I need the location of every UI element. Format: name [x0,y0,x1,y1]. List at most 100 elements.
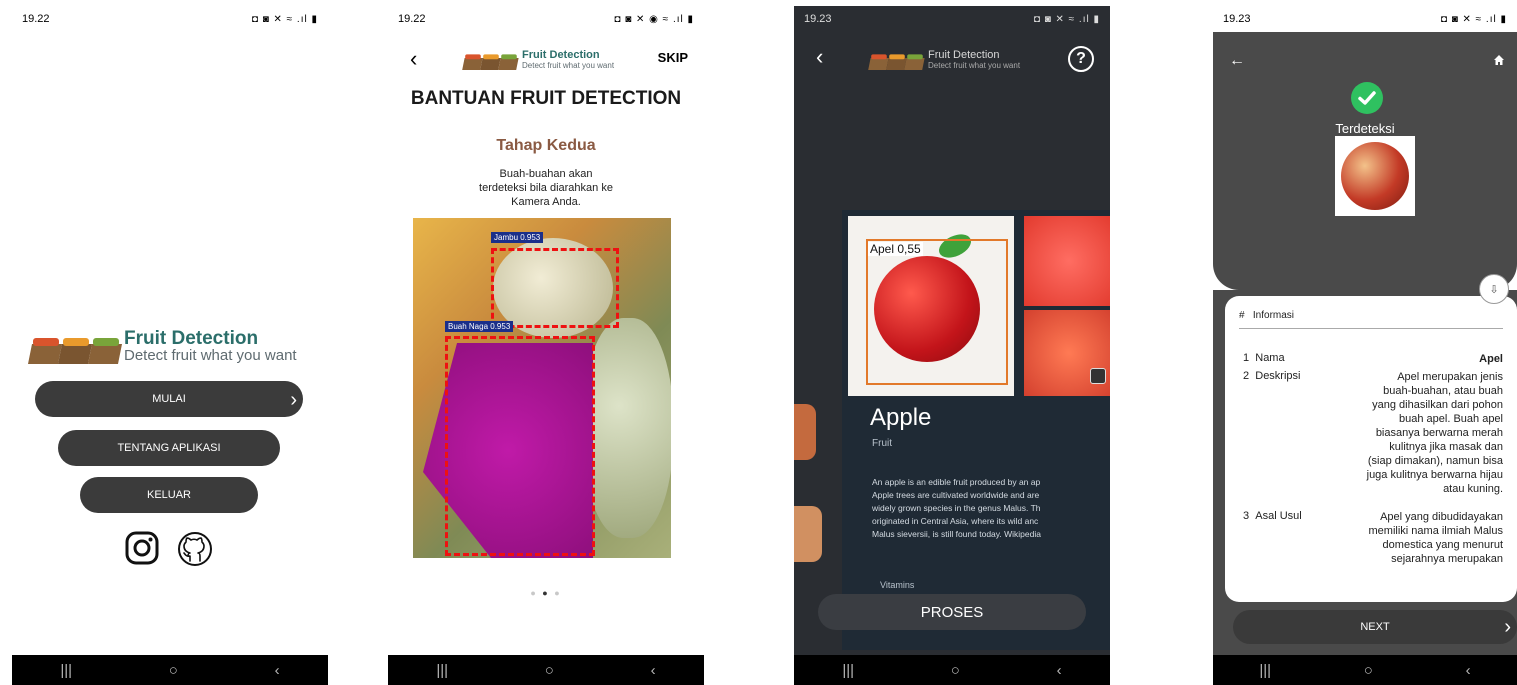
status-time: 19.22 [22,13,50,25]
side-thumbnail [794,404,816,460]
row-value: Apel [1479,353,1503,365]
desc-line: widely grown species in the genus Malus.… [872,503,1041,513]
bounding-box [866,239,1008,385]
logo-subtitle: Detect fruit what you want [522,61,615,70]
row-value: Apel merupakan jenis buah-buahan, atau b… [1366,371,1503,495]
fruit-crates-icon [868,54,925,70]
fruit-name: Apple [870,404,932,431]
detected-image [1335,136,1415,216]
row-key: 1 Nama [1243,352,1285,364]
logo-subtitle: Detect fruit what you want [928,61,1021,70]
exit-button[interactable]: KELUAR [80,477,258,513]
header-bar: ‹ Fruit Detection Detect fruit what you … [388,44,704,74]
guava-fruit [583,318,671,538]
back-arrow-icon[interactable]: ← [1229,52,1245,70]
apple-fruit [1341,142,1409,210]
page-title: BANTUAN FRUIT DETECTION [410,88,682,109]
desc-line: An apple is an edible fruit produced by … [872,477,1041,487]
info-table-header: # Informasi [1239,310,1503,329]
bounding-box [445,336,595,556]
process-button-label: PROSES [920,603,984,621]
back-arrow-icon[interactable]: ‹ [816,44,823,70]
page-indicator: ● ● ● [530,588,562,598]
recents-button[interactable]: ||| [60,662,72,679]
result-header: ← Terdeteksi [1213,32,1517,290]
status-bar: 19.23 ◘ ◙ ✕ ≈ .ıl ▮ [794,6,1110,32]
system-nav-bar: ||| ○ ‹ [794,655,1110,685]
logo-title: Fruit Detection [522,49,600,61]
vitamins-label: Vitamins [880,580,915,590]
status-icons: ◘ ◙ ✕ ≈ .ıl ▮ [1440,13,1507,25]
row-key: 2 Deskripsi [1243,370,1301,382]
row-value: Apel yang dibudidayakan memiliki nama il… [1368,511,1503,565]
header-num: # [1239,310,1245,321]
status-bar: 19.23 ◘ ◙ ✕ ≈ .ıl ▮ [1213,6,1517,32]
bounding-box [491,248,619,328]
back-arrow-icon[interactable]: ‹ [410,46,417,72]
next-button[interactable]: NEXT › [1233,610,1517,644]
system-nav-bar: ||| ○ ‹ [12,655,328,685]
desc-line: Apple trees are cultivated worldwide and… [872,490,1040,500]
download-icon[interactable]: ⇩ [1479,274,1509,304]
back-button[interactable]: ‹ [1466,662,1471,679]
desc-line: Buah-buahan akan [499,168,593,180]
about-button[interactable]: TENTANG APLIKASI [58,430,280,466]
back-button[interactable]: ‹ [275,662,280,679]
home-button[interactable]: ○ [1364,662,1373,679]
help-label: ? [1076,50,1086,67]
instagram-icon[interactable] [124,530,160,566]
start-button[interactable]: MULAI › [35,381,303,417]
row-key: 3 Asal Usul [1243,510,1302,522]
screen-home: 19.22 ◘ ◙ ✕ ≈ .ıl ▮ Fruit Detection Dete… [12,6,328,685]
header-label: Informasi [1252,310,1295,321]
status-time: 19.23 [804,13,832,25]
recents-button[interactable]: ||| [842,662,854,679]
fruit-description: An apple is an edible fruit produced by … [872,476,1110,541]
next-button-label: NEXT [1360,621,1390,633]
status-bar: 19.22 ◘ ◙ ✕ ◉ ≈ .ıl ▮ [388,6,704,32]
desc-line: Malus sieversii, is still found today. W… [872,529,1041,539]
app-logo: Fruit Detection Detect fruit what you wa… [28,328,318,368]
help-icon[interactable]: ? [1068,46,1094,72]
status-icons: ◘ ◙ ✕ ≈ .ıl ▮ [251,13,318,25]
fruit-type: Fruit [872,438,892,449]
start-button-label: MULAI [152,393,186,405]
screen-result: 19.23 ◘ ◙ ✕ ≈ .ıl ▮ ← Terdeteksi ⇩ # Inf… [1213,6,1517,685]
chevron-right-icon: › [290,389,297,411]
detection-label: Apel 0,55 [868,242,923,256]
back-button[interactable]: ‹ [1057,662,1062,679]
exit-button-label: KELUAR [146,489,192,501]
home-icon[interactable] [1493,54,1505,66]
about-button-label: TENTANG APLIKASI [117,442,221,454]
check-circle-icon [1351,82,1383,114]
logo-subtitle: Detect fruit what you want [124,347,297,364]
screen-camera: 19.23 ◘ ◙ ✕ ≈ .ıl ▮ ‹ Fruit Detection De… [794,6,1110,685]
skip-button[interactable]: SKIP [658,50,688,65]
status-icons: ◘ ◙ ✕ ◉ ≈ .ıl ▮ [614,13,694,25]
info-card: # Informasi 1 Nama Apel 2 Deskripsi Apel… [1225,296,1517,602]
detection-label: Jambu 0.953 [491,232,544,243]
status-bar: 19.22 ◘ ◙ ✕ ≈ .ıl ▮ [12,6,328,32]
detection-label: Buah Naga 0.953 [445,321,514,332]
github-icon[interactable] [176,530,214,568]
step-title: Tahap Kedua [496,137,596,154]
logo-title: Fruit Detection [928,49,1000,61]
system-nav-bar: ||| ○ ‹ [1213,655,1517,685]
recents-button[interactable]: ||| [436,662,448,679]
status-icons: ◘ ◙ ✕ ≈ .ıl ▮ [1033,13,1100,25]
detection-example-image: Jambu 0.953 Buah Naga 0.953 [413,218,671,558]
home-button[interactable]: ○ [169,662,178,679]
status-time: 19.23 [1223,13,1251,25]
home-button[interactable]: ○ [545,662,554,679]
fruit-crates-icon [462,54,519,70]
gallery-icon[interactable] [1090,368,1106,384]
system-nav-bar: ||| ○ ‹ [388,655,704,685]
step-description: Buah-buahan akan terdeteksi bila diarahk… [388,167,704,209]
desc-line: originated in Central Asia, where its wi… [872,516,1039,526]
home-button[interactable]: ○ [951,662,960,679]
desc-line: Kamera Anda. [511,196,581,208]
desc-line: terdeteksi bila diarahkan ke [479,182,613,194]
back-button[interactable]: ‹ [651,662,656,679]
recents-button[interactable]: ||| [1259,662,1271,679]
process-button[interactable]: PROSES [818,594,1086,630]
